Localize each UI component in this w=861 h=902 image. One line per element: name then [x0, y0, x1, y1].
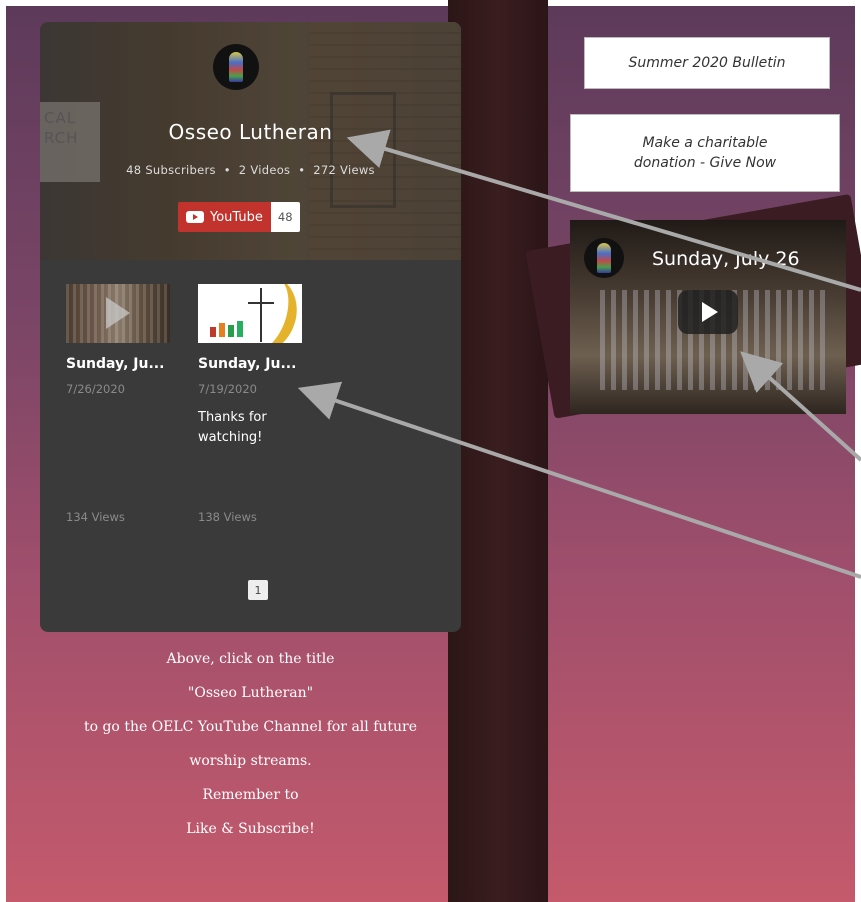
video-description: Thanks for watching!	[198, 410, 267, 445]
video-thumbnail[interactable]	[198, 284, 302, 343]
instruction-line: worship streams.	[189, 753, 312, 769]
cross-icon-bar	[248, 302, 274, 304]
video-title[interactable]: Sunday, Ju...	[66, 356, 178, 372]
embed-play-button[interactable]	[678, 290, 738, 334]
video-card[interactable]: Sunday, Ju... 7/26/2020 134 Views	[66, 284, 178, 524]
cross-background-vertical	[448, 0, 548, 902]
youtube-button-label: YouTube	[210, 209, 263, 225]
channel-avatar[interactable]	[213, 44, 259, 90]
instruction-line: Like & Subscribe!	[186, 821, 315, 837]
page-edge-left	[0, 0, 6, 902]
play-icon	[106, 297, 130, 329]
youtube-logo-icon	[186, 211, 204, 223]
video-date: 7/26/2020	[66, 382, 125, 396]
video-card[interactable]: Sunday, Ju... 7/19/2020 Thanks for watch…	[198, 284, 310, 524]
people-icon	[210, 321, 243, 337]
video-views: 138 Views	[198, 510, 257, 524]
page-edge-top	[0, 0, 861, 6]
cross-icon	[260, 288, 262, 342]
embedded-video-player[interactable]: Sunday, July 26	[570, 220, 846, 414]
channel-stats: 48 Subscribers • 2 Videos • 272 Views	[126, 163, 375, 177]
channel-title-link[interactable]: Osseo Lutheran	[40, 120, 461, 144]
instructions-text: Above, click on the title "Osseo Luthera…	[40, 644, 461, 848]
subscriber-count: 48	[270, 202, 300, 232]
instruction-line: "Osseo Lutheran"	[187, 685, 314, 701]
page-edge-right	[855, 0, 861, 902]
pagination-page-1[interactable]: 1	[248, 580, 268, 600]
youtube-subscribe[interactable]: YouTube 48	[178, 202, 300, 232]
youtube-channel-widget: CAL RCH Osseo Lutheran 48 Subscribers • …	[40, 22, 461, 632]
youtube-subscribe-button[interactable]: YouTube	[178, 202, 271, 232]
stained-glass-icon	[597, 243, 611, 273]
video-date: 7/19/2020	[198, 382, 257, 396]
video-thumbnail[interactable]	[66, 284, 170, 343]
embed-video-title[interactable]: Sunday, July 26	[652, 248, 800, 270]
instruction-line: Above, click on the title	[166, 651, 335, 667]
donate-button[interactable]: Make a charitable donation - Give Now	[570, 114, 840, 192]
video-views: 134 Views	[66, 510, 125, 524]
banner-window	[330, 92, 396, 208]
summer-bulletin-button[interactable]: Summer 2020 Bulletin	[584, 37, 830, 89]
embed-channel-avatar[interactable]	[584, 238, 624, 278]
instruction-line: to go the OELC YouTube Channel for all f…	[83, 719, 418, 735]
stained-glass-icon	[229, 52, 243, 82]
video-title[interactable]: Sunday, Ju...	[198, 356, 310, 372]
instruction-line: Remember to	[202, 787, 299, 803]
